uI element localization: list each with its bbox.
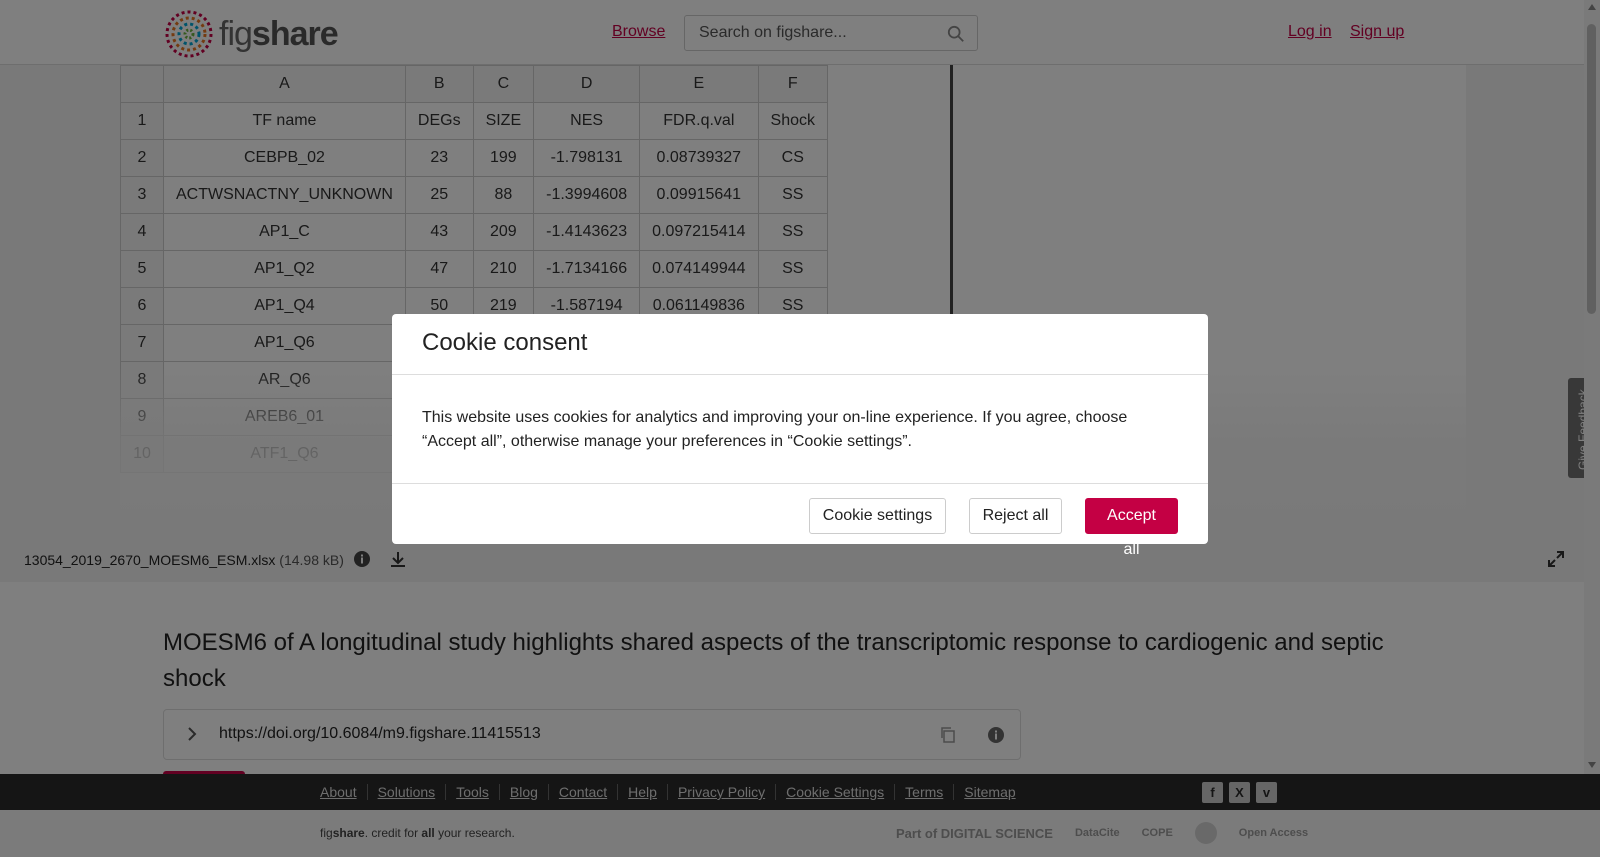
accept-all-button[interactable]: Accept all bbox=[1085, 498, 1178, 558]
cookie-dialog-text: This website uses cookies for analytics … bbox=[422, 409, 1128, 450]
reject-all-button[interactable]: Reject all bbox=[969, 498, 1062, 534]
cookie-dialog-header: Cookie consent bbox=[392, 314, 1208, 375]
cookie-dialog-body: This website uses cookies for analytics … bbox=[392, 375, 1208, 484]
cookie-settings-button[interactable]: Cookie settings bbox=[809, 498, 946, 534]
cookie-consent-dialog: Cookie consent This website uses cookies… bbox=[392, 314, 1208, 558]
cookie-dialog-title: Cookie consent bbox=[422, 329, 588, 356]
cookie-dialog-footer: Cookie settings Reject all Accept all bbox=[392, 484, 1208, 558]
